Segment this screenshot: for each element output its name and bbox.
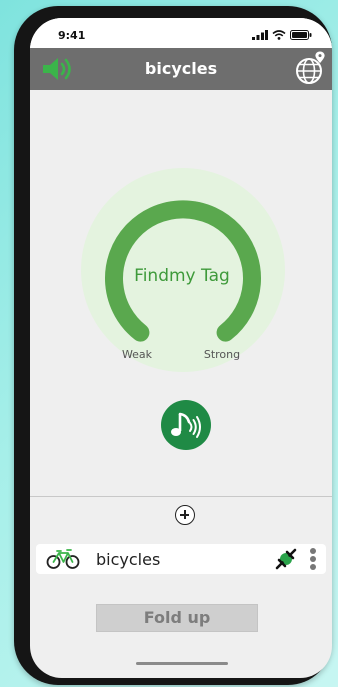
gauge-title: Findmy Tag [134,266,230,286]
more-options-button[interactable] [306,547,320,572]
gauge-strong-label: Strong [204,348,240,361]
globe-location-icon [296,51,325,84]
status-icons [252,30,312,40]
home-indicator [136,662,228,665]
wifi-icon [272,30,286,40]
status-time: 9:41 [58,29,86,42]
gauge-weak-label: Weak [122,348,153,361]
add-device-button[interactable] [175,505,195,525]
app-header: bicycles [30,48,332,90]
device-name: bicycles [96,550,161,569]
app-screen: 9:41 bicycles Findmy Tag Weak Strong bic… [30,18,332,678]
bicycle-icon [46,549,80,569]
section-divider [30,496,332,497]
link-icon [275,548,297,570]
play-sound-button[interactable] [161,400,211,450]
language-button[interactable] [292,50,328,88]
status-bar: 9:41 [30,18,332,48]
device-list-item[interactable]: bicycles [36,544,326,574]
battery-icon [290,30,312,40]
signal-icon [252,30,268,40]
link-button[interactable] [274,547,298,571]
signal-gauge: Findmy Tag Weak Strong [30,90,332,410]
more-vertical-icon [310,548,316,554]
music-note-sound-icon [171,412,201,438]
page-title: bicycles [144,59,218,78]
fold-up-button[interactable]: Fold up [96,604,258,632]
signal-gauge-graphic: Findmy Tag Weak Strong [81,168,285,372]
